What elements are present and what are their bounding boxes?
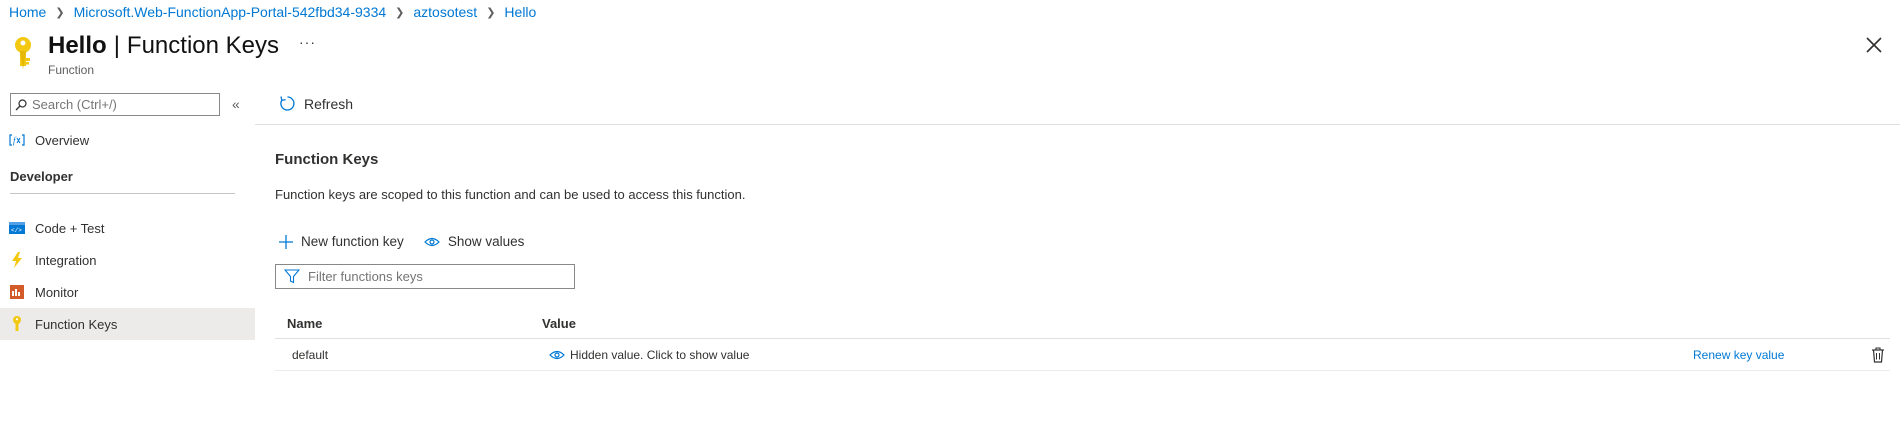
key-icon	[15, 37, 31, 69]
svg-text:</>: </>	[11, 227, 22, 234]
title-separator: |	[113, 32, 120, 59]
resource-type: Function	[48, 63, 95, 77]
delete-icon[interactable]	[1870, 346, 1886, 363]
filter-input[interactable]	[308, 269, 558, 284]
sidebar-item-integration[interactable]: Integration	[0, 244, 255, 276]
close-icon[interactable]	[1864, 35, 1884, 55]
breadcrumb-function[interactable]: Hello	[504, 4, 536, 20]
refresh-button[interactable]: Refresh	[279, 95, 353, 112]
sidebar-item-label: Integration	[35, 252, 97, 268]
renew-key-value-link[interactable]: Renew key value	[1693, 348, 1784, 362]
hidden-value-text: Hidden value. Click to show value	[570, 347, 750, 362]
key-name-cell: default	[292, 347, 329, 362]
sidebar-item-monitor[interactable]: Monitor	[0, 276, 255, 308]
toolbar-divider	[255, 124, 1900, 125]
sidebar-item-label: Overview	[35, 132, 90, 148]
column-header-value[interactable]: Value	[540, 316, 1690, 331]
eye-icon	[549, 350, 565, 359]
refresh-icon	[280, 96, 295, 111]
blade-title: Function Keys	[126, 32, 279, 59]
search-icon	[15, 98, 27, 110]
section-description: Function keys are scoped to this functio…	[275, 187, 746, 202]
sidebar-item-label: Code + Test	[35, 220, 105, 236]
breadcrumb-function-app[interactable]: Microsoft.Web-FunctionApp-Portal-542fbd3…	[74, 4, 387, 20]
sidebar-item-overview[interactable]: f Overview	[0, 124, 255, 156]
page-header: Hello | Function Keys ··· Function	[10, 30, 316, 77]
svg-text:f: f	[13, 136, 17, 146]
show-hidden-value-button[interactable]: Hidden value. Click to show value	[540, 348, 749, 362]
chevron-right-icon: ❯	[55, 6, 65, 19]
new-function-key-button[interactable]: New function key	[279, 234, 404, 249]
more-options-button[interactable]: ···	[299, 34, 316, 50]
eye-icon	[423, 237, 440, 246]
new-function-key-label: New function key	[301, 234, 404, 249]
table-header: Name Value	[275, 309, 1890, 339]
sidebar-search[interactable]	[10, 93, 220, 116]
monitor-icon	[9, 284, 25, 300]
sidebar-item-label: Monitor	[35, 284, 79, 300]
filter-icon	[284, 269, 300, 284]
chevron-right-icon: ❯	[486, 6, 496, 19]
sidebar-group-developer: Developer	[10, 169, 73, 184]
function-keys-table: Name Value default Hidden value. Click t…	[275, 309, 1890, 371]
lightning-icon	[9, 252, 25, 268]
breadcrumb-app[interactable]: aztosotest	[413, 4, 477, 20]
page-title: Hello	[48, 32, 107, 59]
key-icon	[9, 316, 25, 332]
key-value-cell: Hidden value. Click to show value	[540, 348, 1690, 362]
key-action-cell: Renew key value	[1690, 348, 1870, 362]
sidebar-item-label: Function Keys	[35, 316, 118, 332]
breadcrumb: Home ❯ Microsoft.Web-FunctionApp-Portal-…	[9, 4, 536, 20]
sidebar-item-function-keys[interactable]: Function Keys	[0, 308, 255, 340]
show-values-label: Show values	[447, 234, 525, 249]
refresh-label: Refresh	[304, 95, 354, 112]
table-row: default Hidden value. Click to show valu…	[275, 339, 1890, 371]
function-icon: f	[9, 132, 25, 148]
add-icon	[279, 234, 293, 249]
sidebar-search-input[interactable]	[32, 97, 212, 112]
chevron-right-icon: ❯	[395, 6, 405, 19]
command-bar: New function key Show values	[279, 234, 544, 249]
section-title: Function Keys	[275, 151, 379, 168]
column-header-name[interactable]: Name	[275, 316, 540, 331]
code-icon: </>	[9, 220, 25, 236]
filter-box[interactable]	[275, 264, 575, 289]
breadcrumb-home[interactable]: Home	[9, 4, 46, 20]
sidebar-divider	[10, 193, 235, 194]
collapse-sidebar-button[interactable]: «	[232, 96, 240, 112]
show-values-button[interactable]: Show values	[423, 234, 525, 249]
sidebar-item-code-test[interactable]: </> Code + Test	[0, 212, 255, 244]
